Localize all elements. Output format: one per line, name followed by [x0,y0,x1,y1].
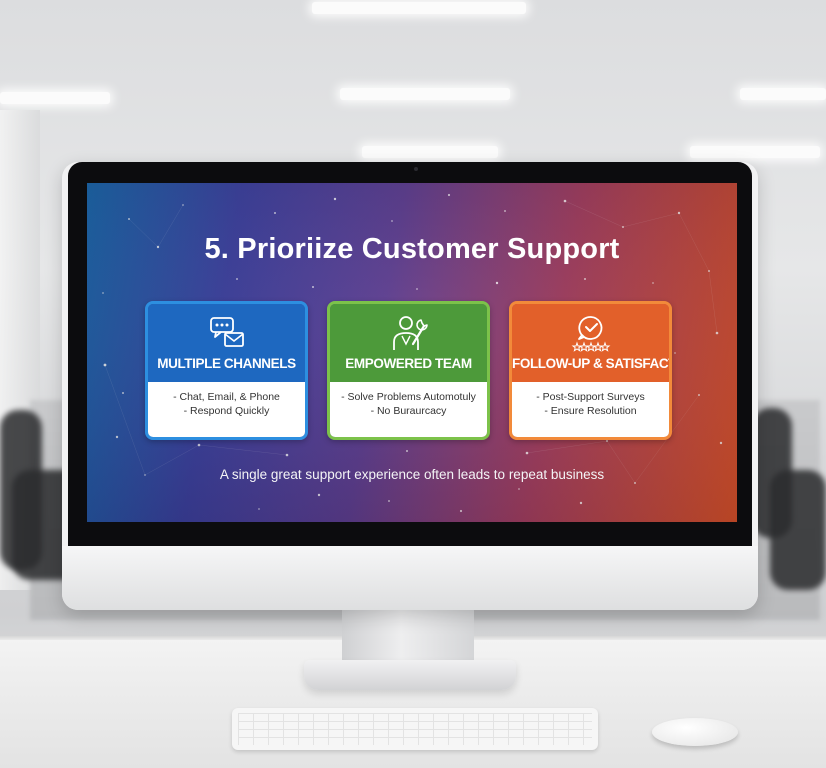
slide-title: 5. Prioriize Customer Support [204,233,620,265]
ceiling-light [740,88,826,100]
card-follow-up-satisfaction: FOLLOW-UP & SATISFACTION - Post-Support … [509,301,672,440]
card-bullet: - Chat, Email, & Phone [173,391,280,403]
camera-icon [414,167,418,171]
card-body: - Chat, Email, & Phone - Respond Quickly [148,382,305,437]
monitor-stand-neck [342,606,474,668]
monitor-chin [62,546,758,610]
ceiling-light [362,146,498,158]
ceiling-light [340,88,510,100]
card-empowered-team: EMPOWERED TEAM - Solve Problems Automotu… [327,301,490,440]
ceiling-light [312,2,526,14]
card-bullet: - Respond Quickly [183,405,270,417]
presentation-slide: 5. Prioriize Customer Support MULTIPLE C… [87,183,737,522]
card-title: EMPOWERED TEAM [345,356,472,371]
card-header: FOLLOW-UP & SATISFACTION [512,304,669,382]
mouse [652,718,738,746]
chair [770,470,826,590]
ceiling-light [0,92,110,104]
keyboard [232,708,598,750]
card-title: FOLLOW-UP & SATISFACTION [512,356,669,371]
card-bullet: - No Buraurcacy [370,405,447,417]
ceiling-light [690,146,820,158]
checkmark-stars-icon [571,316,610,352]
card-bullet: - Solve Problems Automotuly [341,391,476,403]
card-header: MULTIPLE CHANNELS [148,304,305,382]
card-bullet: - Post-Support Surveys [536,391,645,403]
slide-tagline: A single great support experience often … [219,467,605,482]
card-body: - Post-Support Surveys - Ensure Resoluti… [512,382,669,437]
card-multiple-channels: MULTIPLE CHANNELS - Chat, Email, & Phone… [145,301,308,440]
keyboard-keys [238,713,592,745]
chat-email-icon [209,317,244,347]
card-title: MULTIPLE CHANNELS [157,356,296,371]
monitor-stand-foot [304,660,516,690]
card-body: - Solve Problems Automotuly - No Buraurc… [330,382,487,437]
card-header: EMPOWERED TEAM [330,304,487,382]
card-bullet: - Ensure Resolution [544,405,637,417]
person-wrench-icon [392,316,428,350]
